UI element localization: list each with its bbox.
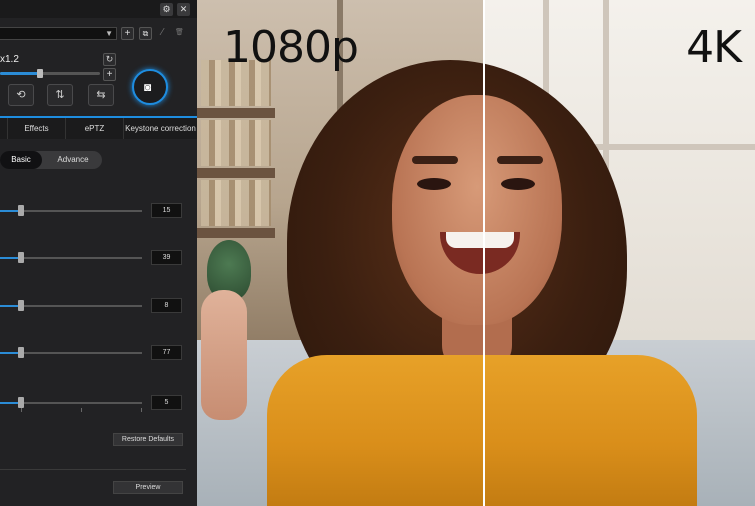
delete-profile-button[interactable]: 🗑 — [173, 27, 186, 40]
bookshelf — [201, 120, 271, 166]
bookshelf — [201, 180, 271, 226]
title-bar: ⚙ ✕ — [0, 0, 197, 18]
shelf — [197, 108, 275, 118]
tab-adjust[interactable] — [0, 118, 8, 139]
chevron-down-icon: ▼ — [105, 29, 113, 38]
mode-toggle: Basic Advance — [0, 151, 102, 169]
tab-keystone-correction[interactable]: Keystone correction — [124, 118, 197, 139]
camera-preview-image: 1080p 4K — [197, 0, 755, 506]
adjustment-slider[interactable] — [0, 300, 142, 311]
tab-effects[interactable]: Effects — [8, 118, 66, 139]
rotate-button[interactable]: ⟲ — [8, 84, 34, 106]
preview-button[interactable]: Preview — [113, 481, 183, 494]
zoom-reset-button[interactable]: ↻ — [103, 53, 116, 66]
add-profile-button[interactable]: + — [121, 27, 134, 40]
zoom-in-button[interactable]: + — [103, 68, 116, 81]
hoodie — [267, 355, 697, 506]
restore-defaults-button[interactable]: Restore Defaults — [113, 433, 183, 446]
zoom-slider-fill — [0, 72, 40, 75]
slider-value-field[interactable]: 5 — [151, 395, 182, 410]
hand — [201, 290, 247, 420]
shelf — [197, 228, 275, 238]
camera-icon: ◙ — [144, 80, 152, 94]
slider-tick — [21, 408, 22, 412]
tab-bar: Effects ePTZ Keystone correction — [0, 116, 197, 139]
slider-value-field[interactable]: 15 — [151, 203, 182, 218]
eyebrow — [497, 156, 543, 164]
zoom-slider[interactable] — [0, 69, 100, 78]
shelf — [197, 168, 275, 178]
slider-tick — [141, 408, 142, 412]
rotate-icon: ⟲ — [16, 89, 26, 101]
adjustment-slider[interactable] — [0, 347, 142, 358]
zoom-slider-handle[interactable] — [37, 69, 43, 78]
zoom-level-label: x1.2 — [0, 54, 19, 65]
adjustment-slider[interactable] — [0, 205, 142, 216]
slider-handle[interactable] — [18, 300, 24, 311]
slider-handle[interactable] — [18, 397, 24, 408]
slider-handle[interactable] — [18, 347, 24, 358]
eye — [417, 178, 451, 190]
slider-value-field[interactable]: 77 — [151, 345, 182, 360]
adjustment-slider[interactable] — [0, 252, 142, 263]
mode-advance-button[interactable]: Advance — [44, 151, 102, 169]
slider-handle[interactable] — [18, 205, 24, 216]
face — [392, 95, 562, 325]
teeth — [446, 232, 514, 248]
camera-control-panel: ⚙ ✕ ▼ + ⧉ ⁄ 🗑 x1.2 ↻ + ⟲ ⇅ ⇆ ◙ Effects e… — [0, 0, 197, 506]
mode-basic-button[interactable]: Basic — [0, 151, 42, 169]
slider-value-field[interactable]: 8 — [151, 298, 182, 313]
slider-tick — [81, 408, 82, 412]
mirror-button[interactable]: ⇆ — [88, 84, 114, 106]
slider-handle[interactable] — [18, 252, 24, 263]
comparison-divider — [483, 0, 485, 506]
eyebrow — [412, 156, 458, 164]
slider-value-field[interactable]: 39 — [151, 250, 182, 265]
copy-profile-button[interactable]: ⧉ — [139, 27, 152, 40]
settings-icon[interactable]: ⚙ — [160, 3, 173, 16]
tab-eptz[interactable]: ePTZ — [66, 118, 124, 139]
eye — [501, 178, 535, 190]
resolution-label-1080p: 1080p — [223, 22, 359, 73]
mirror-icon: ⇆ — [96, 89, 106, 101]
adjustment-slider[interactable] — [0, 397, 142, 412]
close-icon[interactable]: ✕ — [177, 3, 190, 16]
flip-vertical-icon: ⇅ — [55, 89, 65, 101]
capture-button[interactable]: ◙ — [132, 69, 168, 105]
resolution-label-4k: 4K — [686, 22, 742, 73]
divider — [0, 469, 186, 470]
flip-vertical-button[interactable]: ⇅ — [47, 84, 73, 106]
profile-select[interactable]: ▼ — [0, 27, 117, 40]
edit-profile-button[interactable]: ⁄ — [156, 27, 169, 40]
